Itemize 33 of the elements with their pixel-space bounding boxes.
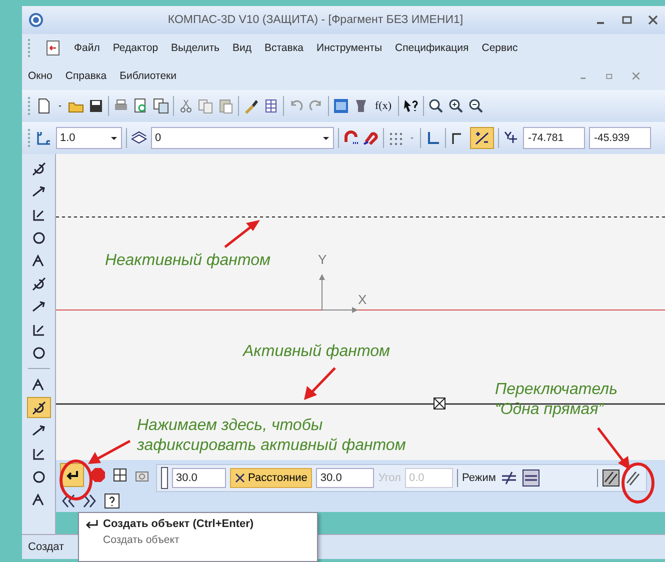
layer-dropdown[interactable]: 0 bbox=[151, 127, 334, 149]
function-button[interactable]: f(x) bbox=[373, 100, 394, 112]
x-coordinate-field[interactable]: -74.781 bbox=[523, 127, 585, 149]
mode-label: Режим bbox=[462, 472, 496, 484]
menu-item[interactable]: Спецификация bbox=[395, 42, 469, 54]
value-field[interactable]: 30.0 bbox=[172, 468, 226, 488]
status-text: Создат bbox=[28, 541, 64, 553]
annotation-text: зафиксировать активный фантом bbox=[137, 436, 406, 456]
angle-label: Угол bbox=[378, 472, 401, 484]
annotation-text: Неактивный фантом bbox=[105, 251, 270, 271]
menu-item[interactable]: Библиотеки bbox=[120, 70, 176, 82]
annotation-text: Переключатель bbox=[495, 380, 618, 400]
annotation-text: Нажимаем здесь, чтобы bbox=[137, 416, 324, 436]
window-title: КОМПАС-3D V10 (ЗАЩИТА) - [Фрагмент БЕЗ ИМЕНИ1] bbox=[166, 14, 464, 26]
menu-item[interactable]: Редактор bbox=[112, 42, 158, 54]
menu-item[interactable]: Файл bbox=[74, 42, 100, 54]
annotation-text: “Одна прямая” bbox=[495, 400, 606, 420]
step-dropdown[interactable]: 1.0 bbox=[56, 127, 122, 149]
y-coordinate-field[interactable]: -45.939 bbox=[589, 127, 651, 149]
menu-item[interactable]: Сервис bbox=[482, 42, 518, 54]
annotation-text: Активный фантом bbox=[243, 342, 390, 362]
menu-item[interactable]: Инструменты bbox=[316, 42, 382, 54]
menu-item[interactable]: Выделить bbox=[171, 42, 220, 54]
menu-item[interactable]: Вставка bbox=[264, 42, 304, 54]
menu-item[interactable]: Справка bbox=[65, 70, 107, 82]
menu-item[interactable]: Окно bbox=[28, 70, 52, 82]
distance-field[interactable]: 30.0 bbox=[316, 468, 374, 488]
axis-label: X bbox=[358, 292, 367, 307]
tooltip-title: Создать объект (Ctrl+Enter) bbox=[103, 518, 254, 530]
tooltip-description: Создать объект bbox=[102, 534, 180, 546]
distance-button[interactable]: Расстояние bbox=[230, 468, 312, 488]
axis-label: Y bbox=[318, 252, 327, 267]
menu-item[interactable]: Вид bbox=[232, 42, 252, 54]
